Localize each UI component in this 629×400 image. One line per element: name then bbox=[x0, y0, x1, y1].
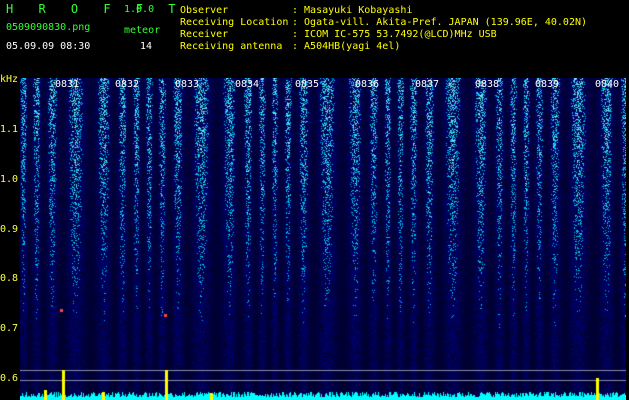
info-value-location: : Ogata-vill. Akita-Pref. JAPAN (139.96E… bbox=[292, 17, 588, 28]
app-version: 1.0.0 bbox=[124, 4, 155, 15]
info-key-location: Receiving Location bbox=[180, 17, 289, 28]
info-value-receiver: : ICOM IC-575 53.7492(@LCD)MHz USB bbox=[292, 29, 497, 40]
file-name: 0509090830.png bbox=[6, 22, 91, 33]
info-key-receiver: Receiver bbox=[180, 29, 229, 40]
spectrogram-canvas bbox=[20, 78, 626, 400]
info-key-antenna: Receiving antenna bbox=[180, 41, 283, 52]
y-tick-label: 1.0 bbox=[0, 174, 19, 185]
info-value-antenna: : A504HB(yagi 4el) bbox=[292, 41, 401, 52]
time-label: 0832 bbox=[115, 79, 140, 90]
y-tick-label: 0.6 bbox=[0, 373, 19, 384]
y-tick-label: 0.9 bbox=[0, 224, 19, 235]
time-label: 0836 bbox=[355, 79, 380, 90]
y-axis-unit: kHz bbox=[0, 74, 19, 85]
time-label: 0833 bbox=[175, 79, 200, 90]
header-panel: H R O F F T 1.0.0 0509090830.png meteor … bbox=[0, 0, 629, 75]
time-label: 0835 bbox=[295, 79, 320, 90]
time-label: 0840 bbox=[595, 79, 620, 90]
y-tick-label: 0.7 bbox=[0, 323, 19, 334]
spectrogram-plot bbox=[20, 78, 626, 400]
file-datetime: 05.09.09 08:30 bbox=[6, 41, 91, 52]
time-label: 0834 bbox=[235, 79, 260, 90]
app-name: H R O F F T bbox=[6, 2, 185, 16]
time-label: 0831 bbox=[55, 79, 80, 90]
info-key-observer: Observer bbox=[180, 5, 229, 16]
time-label: 0839 bbox=[535, 79, 560, 90]
meteor-count: 14 bbox=[140, 41, 153, 52]
time-label: 0837 bbox=[415, 79, 440, 90]
info-value-observer: : Masayuki Kobayashi bbox=[292, 5, 413, 16]
y-tick-label: 0.8 bbox=[0, 273, 19, 284]
time-label: 0838 bbox=[475, 79, 500, 90]
y-tick-label: 1.1 bbox=[0, 124, 19, 135]
meteor-label: meteor bbox=[124, 25, 161, 36]
